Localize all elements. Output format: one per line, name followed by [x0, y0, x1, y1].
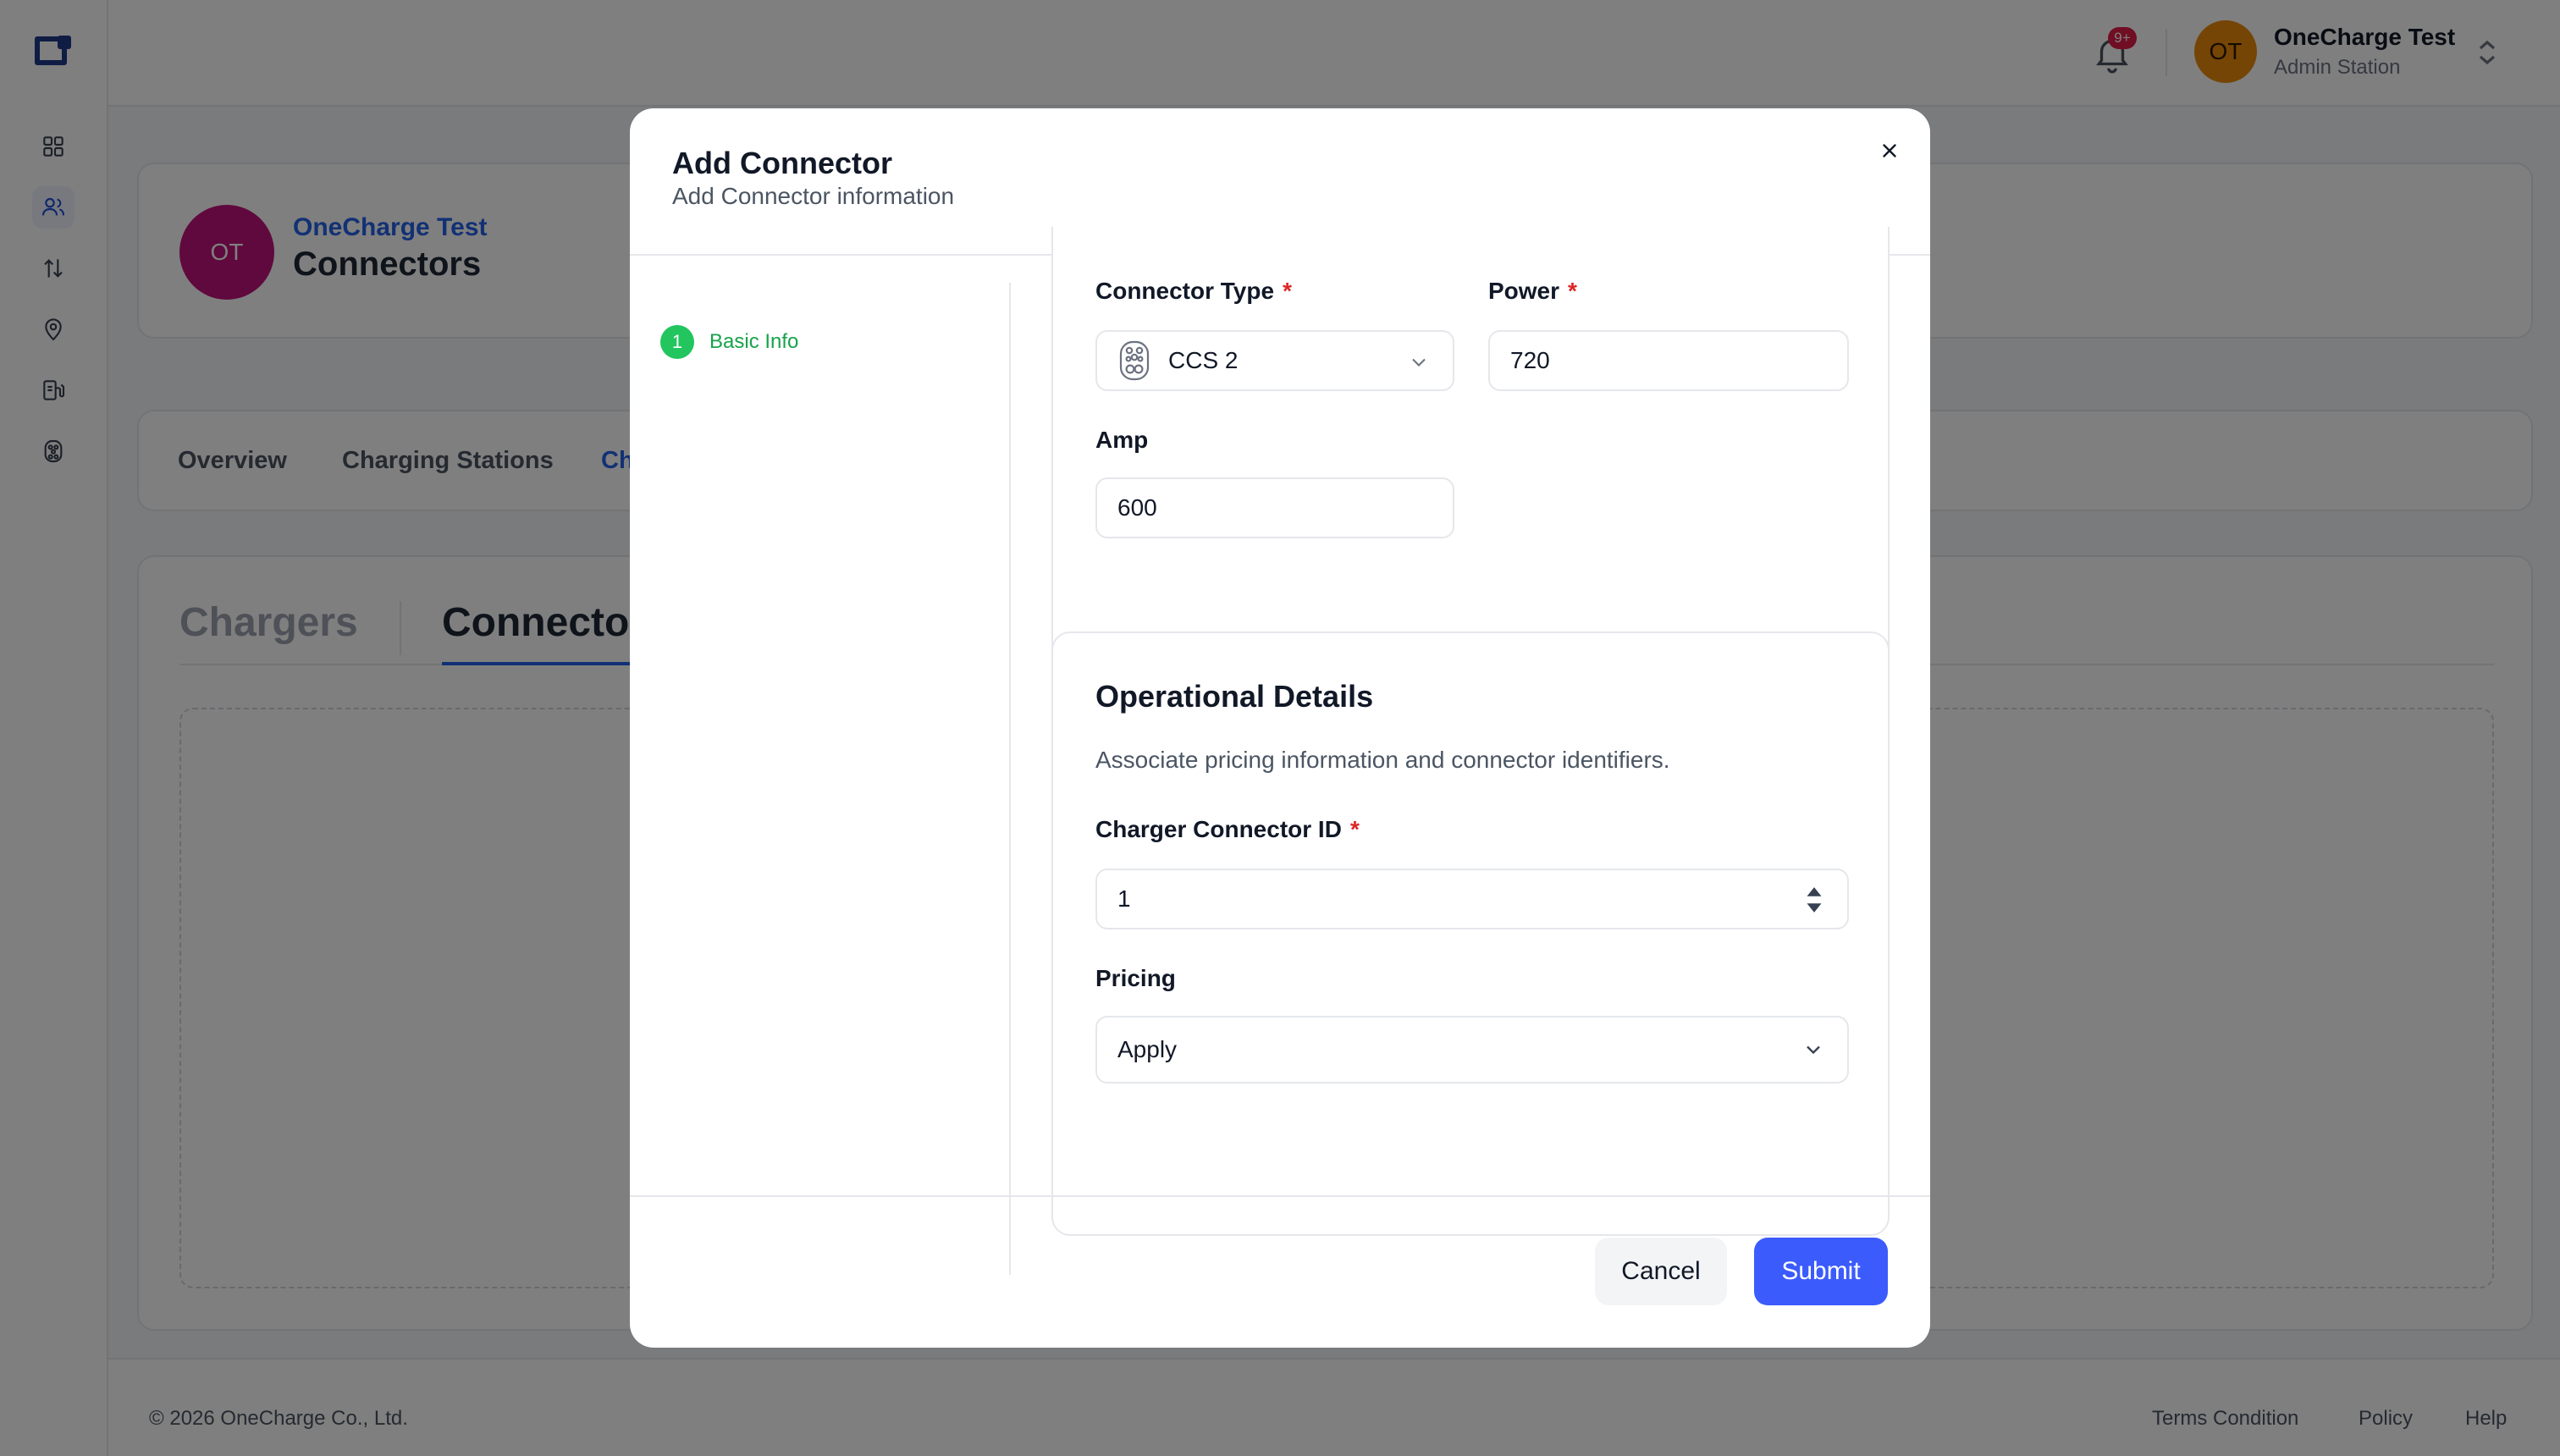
step-basic-info[interactable]: 1 Basic Info [660, 325, 798, 359]
charger-connector-id-label-text: Charger Connector ID [1095, 816, 1342, 842]
charger-connector-id-value: 1 [1117, 885, 1131, 912]
number-stepper-icon[interactable] [1805, 885, 1823, 914]
modal-title: Add Connector [672, 146, 892, 180]
close-button[interactable] [1873, 134, 1906, 168]
operational-details-title: Operational Details [1095, 679, 1374, 714]
steps-divider [1009, 283, 1011, 1275]
required-mark: * [1349, 816, 1360, 842]
step-label: Basic Info [709, 330, 799, 353]
add-connector-modal: Add Connector Add Connector information … [630, 108, 1930, 1348]
connector-type-value: CCS 2 [1168, 347, 1239, 373]
operational-details-description: Associate pricing information and connec… [1095, 747, 1670, 773]
modal-subtitle: Add Connector information [672, 183, 955, 209]
charger-connector-id-label: Charger Connector ID * [1095, 816, 1360, 843]
required-mark: * [1568, 278, 1577, 304]
connector-type-select[interactable]: CCS 2 [1095, 330, 1454, 391]
submit-button[interactable]: Submit [1754, 1238, 1888, 1305]
basic-info-section: Connector Type * CCS 2 Power * 720 Amp 600 [1051, 227, 1890, 698]
step-number: 1 [660, 325, 694, 359]
power-label: Power * [1488, 278, 1577, 305]
power-input[interactable]: 720 [1488, 330, 1849, 391]
charger-connector-id-input[interactable]: 1 [1095, 869, 1849, 929]
chevron-down-icon [1807, 1045, 1820, 1055]
connector-type-label-text: Connector Type [1095, 278, 1275, 304]
pricing-select[interactable]: Apply [1095, 1016, 1849, 1084]
chevron-down-icon [1412, 358, 1426, 367]
pricing-value: Apply [1117, 1036, 1178, 1062]
cancel-button[interactable]: Cancel [1595, 1238, 1727, 1305]
power-value: 720 [1510, 347, 1550, 373]
amp-label: Amp [1095, 427, 1149, 453]
ccs2-connector-icon [1119, 340, 1150, 381]
pricing-label: Pricing [1095, 965, 1176, 991]
amp-value: 600 [1117, 494, 1157, 521]
operational-details-section: Operational Details Associate pricing in… [1051, 631, 1890, 1236]
connector-type-label: Connector Type * [1095, 278, 1292, 305]
amp-input[interactable]: 600 [1095, 477, 1454, 538]
close-icon [1883, 144, 1896, 157]
modal-footer-divider [630, 1195, 1930, 1197]
required-mark: * [1283, 278, 1292, 304]
power-label-text: Power [1488, 278, 1560, 304]
